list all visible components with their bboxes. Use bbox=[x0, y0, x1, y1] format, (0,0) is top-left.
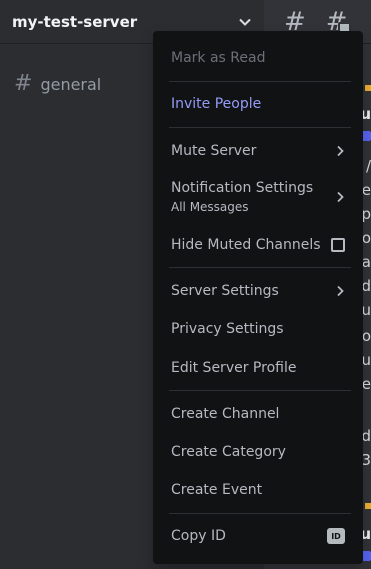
create-event-item[interactable]: Create Event bbox=[161, 474, 355, 506]
server-settings-label: Server Settings bbox=[171, 283, 279, 299]
hash-icon: # bbox=[14, 71, 33, 96]
copy-id-label: Copy ID bbox=[171, 528, 226, 544]
chevron-down-icon bbox=[238, 15, 252, 29]
invite-people-label: Invite People bbox=[171, 96, 262, 112]
create-category-label: Create Category bbox=[171, 444, 286, 460]
notification-settings-sub: All Messages bbox=[171, 200, 249, 214]
edit-server-profile-item[interactable]: Edit Server Profile bbox=[161, 352, 355, 384]
chat-fragment: / bbox=[365, 157, 371, 175]
privacy-settings-label: Privacy Settings bbox=[171, 321, 284, 337]
edit-server-profile-label: Edit Server Profile bbox=[171, 360, 297, 376]
decorative-dot bbox=[365, 85, 371, 91]
create-event-label: Create Event bbox=[171, 482, 263, 498]
menu-separator bbox=[169, 81, 351, 82]
hide-muted-channels-label: Hide Muted Channels bbox=[171, 237, 321, 253]
mute-server-item[interactable]: Mute Server bbox=[161, 135, 355, 167]
mark-as-read-item: Mark as Read bbox=[161, 42, 355, 74]
checkbox[interactable] bbox=[331, 238, 345, 252]
chat-fragment: e bbox=[361, 375, 371, 393]
id-badge-icon: ID bbox=[327, 528, 345, 544]
mark-as-read-label: Mark as Read bbox=[171, 50, 266, 66]
server-name: my-test-server bbox=[12, 12, 138, 31]
notification-settings-label: Notification Settings bbox=[171, 180, 314, 196]
menu-separator bbox=[169, 513, 351, 514]
notification-settings-item[interactable]: Notification Settings All Messages bbox=[161, 175, 355, 219]
chat-fragment: o bbox=[361, 229, 371, 247]
chevron-right-icon bbox=[335, 285, 345, 297]
mute-server-label: Mute Server bbox=[171, 143, 257, 159]
menu-separator bbox=[169, 267, 351, 268]
hide-muted-channels-item[interactable]: Hide Muted Channels bbox=[161, 229, 355, 261]
create-channel-item[interactable]: Create Channel bbox=[161, 398, 355, 430]
server-settings-item[interactable]: Server Settings bbox=[161, 275, 355, 307]
invite-people-item[interactable]: Invite People bbox=[161, 88, 355, 120]
channel-name: general bbox=[40, 74, 102, 94]
server-context-menu: Mark as Read Invite People Mute Server N… bbox=[153, 31, 363, 564]
privacy-settings-item[interactable]: Privacy Settings bbox=[161, 313, 355, 345]
chevron-right-icon bbox=[335, 145, 345, 157]
chevron-right-icon bbox=[335, 191, 345, 203]
create-channel-label: Create Channel bbox=[171, 406, 280, 422]
menu-separator bbox=[169, 390, 351, 391]
create-category-item[interactable]: Create Category bbox=[161, 436, 355, 468]
notification-settings-text: Notification Settings All Messages bbox=[171, 180, 313, 214]
decorative-dot bbox=[365, 503, 371, 509]
copy-id-item[interactable]: Copy ID ID bbox=[161, 520, 355, 552]
menu-separator bbox=[169, 127, 351, 128]
